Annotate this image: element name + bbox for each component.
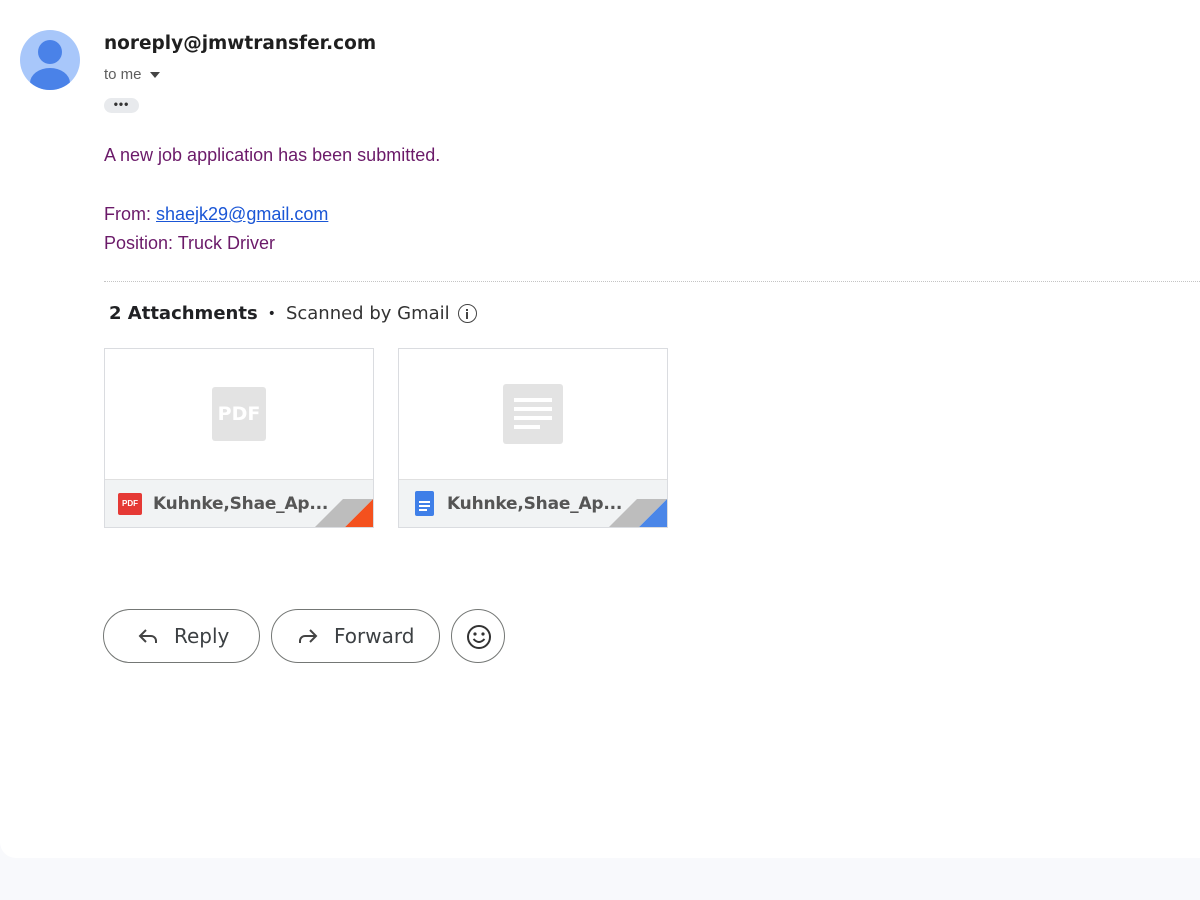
attachments-divider [104,281,1200,282]
body-position-line: Position: Truck Driver [104,233,276,253]
attachment-card-doc[interactable]: Kuhnke,Shae_Ap... [398,348,668,528]
reply-arrow-icon [138,629,157,643]
recipient-label: to me [104,66,142,83]
pdf-file-icon: PDF [118,493,142,515]
show-trimmed-content-button[interactable]: ••• [104,98,139,113]
attachment-footer: Kuhnke,Shae_Ap... [399,479,667,527]
attachments-header: 2 Attachments • Scanned by Gmail [109,303,477,324]
attachment-preview [399,349,667,479]
document-file-icon [415,491,434,516]
scanned-by-label: Scanned by Gmail [285,303,450,324]
document-thumbnail-icon [503,384,563,444]
attachment-card-pdf[interactable]: PDF PDF Kuhnke,Shae_Ap... [104,348,374,528]
email-message-card: noreply@jmwtransfer.com to me ••• A new … [0,0,1200,858]
body-from-line: From: shaejk29@gmail.com [104,204,328,225]
separator-dot: • [267,305,276,322]
forward-button[interactable]: Forward [271,609,440,663]
file-corner-fold-icon [315,499,373,527]
avatar-body-shape [30,68,70,90]
pdf-thumbnail-icon: PDF [212,387,266,441]
attachment-footer: PDF Kuhnke,Shae_Ap... [105,479,373,527]
chevron-down-icon[interactable] [149,71,160,78]
recipient-details-toggle[interactable]: to me [104,66,160,83]
info-icon[interactable] [457,304,477,323]
emoji-reaction-button[interactable] [451,609,505,663]
file-corner-fold-icon [609,499,667,527]
reply-button[interactable]: Reply [103,609,260,663]
attachment-filename: Kuhnke,Shae_Ap... [447,494,623,514]
from-email-link[interactable]: shaejk29@gmail.com [156,204,328,224]
reply-label: Reply [174,624,230,648]
forward-arrow-icon [299,629,318,643]
attachment-count: 2 Attachments [109,303,258,324]
sender-email[interactable]: noreply@jmwtransfer.com [104,33,376,54]
body-intro-line: A new job application has been submitted… [104,145,441,165]
avatar-head-shape [38,40,62,64]
attachment-preview: PDF [105,349,373,479]
from-label: From: [104,204,156,224]
forward-label: Forward [334,624,415,648]
sender-avatar[interactable] [20,30,80,90]
smiley-face-icon [467,625,491,649]
attachment-filename: Kuhnke,Shae_Ap... [153,494,329,514]
